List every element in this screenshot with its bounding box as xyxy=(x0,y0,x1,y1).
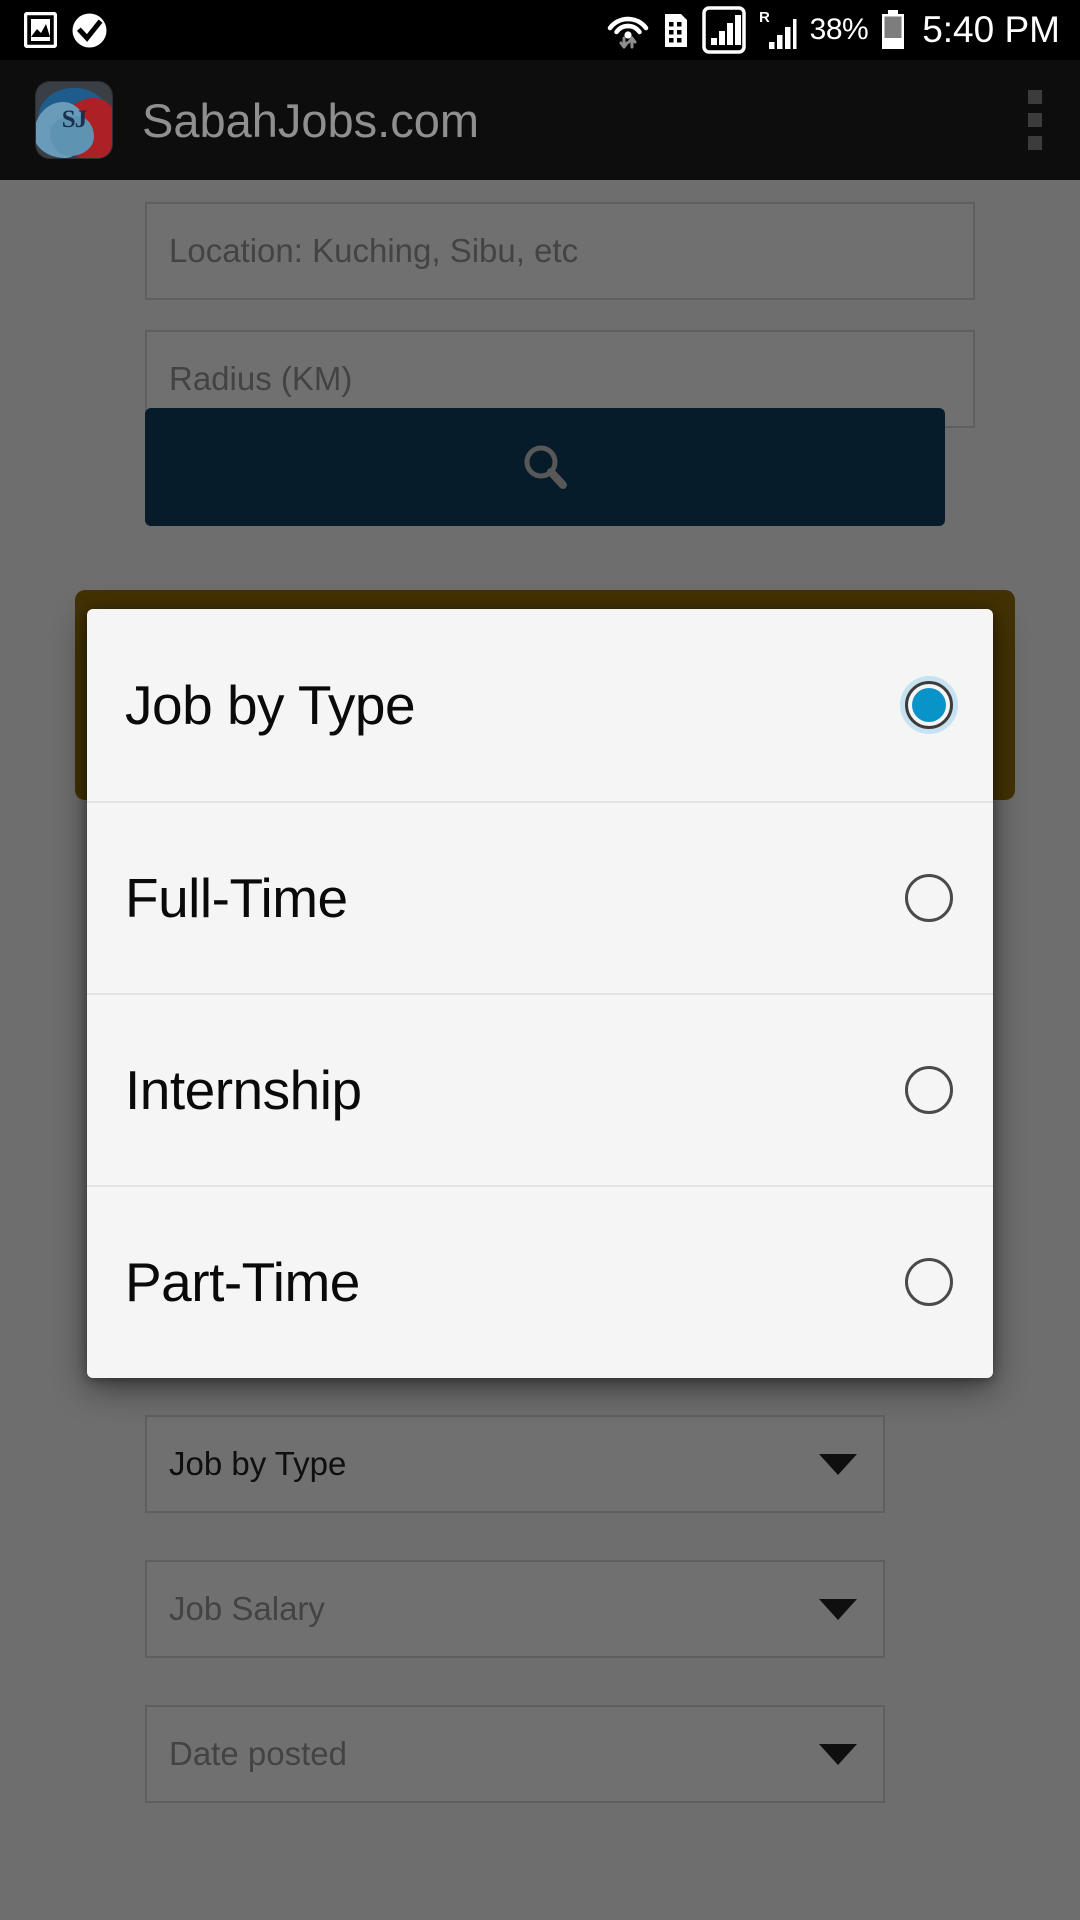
radio-button[interactable] xyxy=(905,874,953,922)
battery-icon xyxy=(882,10,905,49)
clock-label: 5:40 PM xyxy=(922,9,1060,50)
dialog-option-job-by-type[interactable]: Job by Type xyxy=(87,609,993,801)
photo-icon xyxy=(24,12,57,48)
job-salary-dropdown[interactable]: Job Salary xyxy=(145,1560,885,1658)
chevron-down-icon xyxy=(819,1743,857,1765)
status-bar: R 38% 5:40 PM xyxy=(0,0,1080,60)
date-posted-value: Date posted xyxy=(169,1735,347,1772)
roaming-signal-icon: R xyxy=(759,9,797,49)
radius-placeholder: Radius (KM) xyxy=(169,360,353,397)
search-button[interactable] xyxy=(145,408,945,526)
location-placeholder: Location: Kuching, Sibu, etc xyxy=(169,232,579,269)
dialog-option-internship[interactable]: Internship xyxy=(87,993,993,1185)
job-salary-value: Job Salary xyxy=(169,1590,325,1627)
option-label: Part-Time xyxy=(125,1251,360,1313)
status-bar-left-icons xyxy=(0,12,108,49)
option-label: Job by Type xyxy=(125,674,416,736)
radio-button[interactable] xyxy=(905,1258,953,1306)
signal-boxed-icon xyxy=(701,6,746,54)
svg-text:R: R xyxy=(759,9,770,26)
phone-screen: R 38% 5:40 PM SJ SabahJobs.com Location:… xyxy=(0,0,1080,1920)
app-bar: SJ SabahJobs.com xyxy=(0,60,1080,180)
logo-monogram: SJ xyxy=(61,106,87,133)
chevron-down-icon xyxy=(819,1453,857,1475)
app-title: SabahJobs.com xyxy=(142,93,480,147)
status-bar-right-icons: R 38% 5:40 PM xyxy=(606,6,1080,54)
search-icon xyxy=(524,445,567,489)
chevron-down-icon xyxy=(819,1598,857,1620)
overflow-menu-icon[interactable] xyxy=(1028,90,1042,150)
date-posted-dropdown[interactable]: Date posted xyxy=(145,1705,885,1803)
job-type-dialog: Job by Type Full-Time Internship Part-Ti… xyxy=(87,609,993,1378)
radio-button-selected[interactable] xyxy=(905,681,953,729)
dialog-option-full-time[interactable]: Full-Time xyxy=(87,801,993,993)
wifi-icon xyxy=(607,16,648,49)
radio-button[interactable] xyxy=(905,1066,953,1114)
option-label: Internship xyxy=(125,1059,362,1121)
sim-building-icon xyxy=(664,14,687,47)
option-label: Full-Time xyxy=(125,867,348,929)
sabahjobs-logo-icon: SJ xyxy=(36,82,112,158)
dialog-option-part-time[interactable]: Part-Time xyxy=(87,1185,993,1377)
battery-percent-label: 38% xyxy=(809,13,869,46)
job-type-dropdown[interactable]: Job by Type xyxy=(145,1415,885,1513)
location-input[interactable]: Location: Kuching, Sibu, etc xyxy=(145,202,975,300)
job-type-value: Job by Type xyxy=(169,1445,347,1482)
check-circle-icon xyxy=(72,13,107,47)
